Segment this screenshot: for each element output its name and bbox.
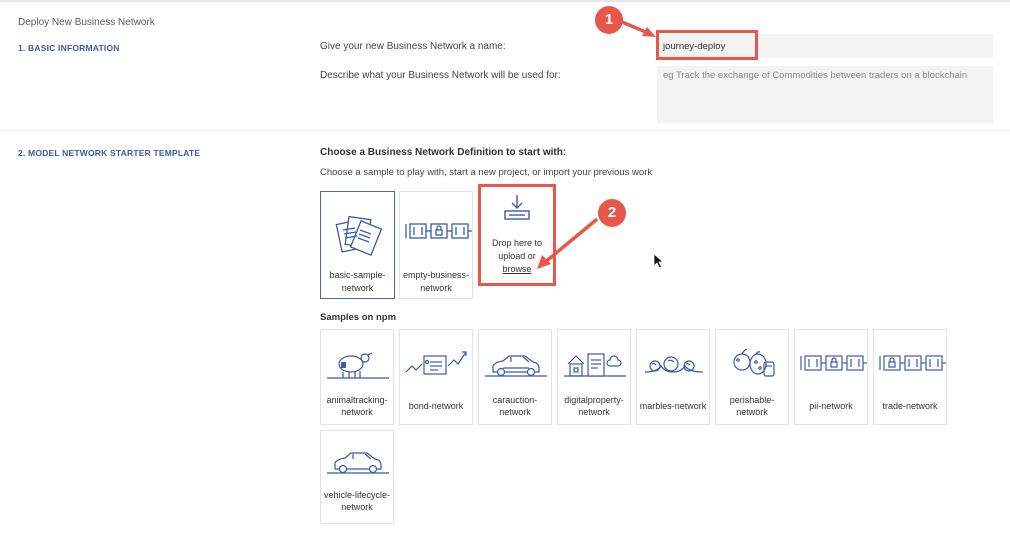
- npm-sample-label: bond-network: [408, 400, 464, 411]
- top-border: [0, 0, 1010, 2]
- npm-sample-label: marbles-network: [639, 400, 707, 411]
- npm-sample-digitalproperty-network[interactable]: digitalproperty-network: [557, 329, 631, 425]
- chain-blocks-icon: [874, 342, 948, 382]
- npm-sample-label: animaltracking-network: [326, 394, 388, 418]
- network-name-label: Give your new Business Network a name:: [320, 41, 506, 52]
- annotation-marker-1: 1: [595, 6, 623, 34]
- section-model-network-starter-template: 2. MODEL NETWORK STARTER TEMPLATE: [18, 148, 201, 158]
- npm-sample-trade-network[interactable]: trade-network: [873, 329, 947, 425]
- car-icon: [479, 342, 553, 382]
- documents-icon: [321, 208, 395, 258]
- property-icon: [558, 342, 632, 382]
- npm-samples-heading: Samples on npm: [320, 312, 397, 323]
- browse-link[interactable]: browse: [502, 264, 531, 274]
- page-title: Deploy New Business Network: [18, 17, 155, 28]
- section-divider: [0, 130, 1010, 131]
- description-placeholder: eg Track the exchange of Commodities bet…: [663, 70, 968, 81]
- network-name-input[interactable]: [657, 34, 993, 58]
- npm-sample-label: pii-network: [809, 400, 853, 411]
- chain-blocks-icon: [795, 342, 869, 382]
- download-tray-icon: [481, 193, 553, 223]
- template-heading: Choose a Business Network Definition to …: [320, 147, 567, 158]
- template-card-label: empty-business-network: [402, 270, 470, 293]
- npm-sample-bond-network[interactable]: bond-network: [399, 329, 473, 425]
- npm-sample-label: digitalproperty-network: [564, 394, 624, 418]
- npm-sample-label: carauction-network: [492, 394, 538, 418]
- npm-sample-label: perishable-network: [729, 394, 775, 418]
- chain-blocks-icon: [400, 208, 474, 258]
- produce-icon: [716, 342, 790, 382]
- template-card-basic-sample-network[interactable]: basic-sample-network: [320, 191, 395, 299]
- upload-drop-zone[interactable]: Drop here to upload or browse: [478, 184, 556, 286]
- upload-text: Drop here to upload or browse: [483, 237, 551, 276]
- npm-sample-marbles-network[interactable]: marbles-network: [636, 329, 710, 425]
- section-basic-information: 1. BASIC INFORMATION: [18, 43, 120, 53]
- npm-sample-carauction-network[interactable]: carauction-network: [478, 329, 552, 425]
- template-card-label: basic-sample-network: [329, 270, 386, 293]
- npm-sample-animaltracking-network[interactable]: animaltracking-network: [320, 329, 394, 425]
- template-card-empty-business-network[interactable]: empty-business-network: [399, 191, 473, 299]
- network-description-label: Describe what your Business Network will…: [320, 70, 561, 81]
- npm-sample-vehicle-lifecycle-network[interactable]: vehicle-lifecycle-network: [320, 430, 394, 524]
- sheep-icon: [321, 342, 395, 382]
- npm-sample-pii-network[interactable]: pii-network: [794, 329, 868, 425]
- template-subtext: Choose a sample to play with, start a ne…: [320, 167, 653, 178]
- npm-sample-label: trade-network: [882, 400, 938, 411]
- mouse-cursor-icon: [653, 253, 665, 274]
- marbles-icon: [637, 342, 711, 382]
- bond-chart-icon: [400, 342, 474, 382]
- upload-instructions: Drop here to upload or: [491, 238, 543, 261]
- annotation-marker-2: 2: [598, 199, 626, 227]
- npm-sample-label: vehicle-lifecycle-network: [323, 489, 391, 513]
- npm-sample-perishable-network[interactable]: perishable-network: [715, 329, 789, 425]
- car-icon: [321, 439, 395, 479]
- network-description-textarea[interactable]: eg Track the exchange of Commodities bet…: [657, 66, 993, 123]
